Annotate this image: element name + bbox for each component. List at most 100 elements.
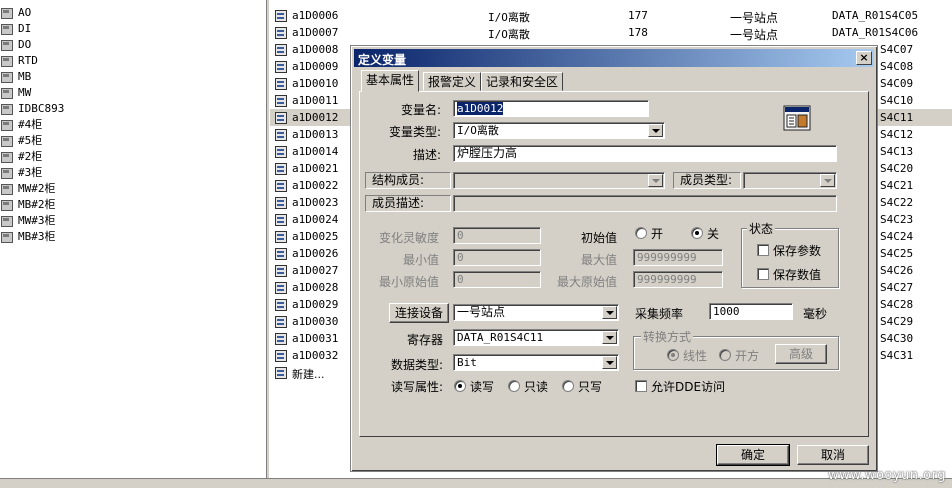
close-button[interactable]: × — [856, 51, 872, 65]
initial-off-radio[interactable] — [691, 227, 703, 239]
dialog-titlebar[interactable]: 定义变量 × — [354, 49, 874, 67]
folder-icon — [0, 230, 14, 243]
tree-item[interactable]: DO — [0, 36, 31, 52]
ok-button[interactable]: 确定 — [716, 444, 790, 466]
linear-radio[interactable] — [667, 349, 679, 361]
folder-icon — [0, 134, 14, 147]
tree-item[interactable]: MB#2柜 — [0, 196, 56, 212]
tree-item[interactable]: #5柜 — [0, 132, 42, 148]
tree-item[interactable]: #3柜 — [0, 164, 42, 180]
read-only-radio[interactable] — [508, 380, 520, 392]
variable-group-tree[interactable]: AO DI DO RTD MB MW IDBC893 #4柜 #5柜 #2柜 #3柜 MW#2柜 MB#… — [0, 0, 266, 478]
chevron-down-icon[interactable] — [602, 306, 617, 319]
variable-icon — [274, 213, 287, 226]
cell-name: a1D0022 — [292, 179, 339, 192]
save-params-checkbox[interactable] — [757, 244, 769, 256]
new-icon — [274, 366, 287, 379]
member-desc-input[interactable] — [453, 195, 837, 212]
var-type-value: I/O离散 — [457, 124, 499, 137]
linear-label: 线性 — [683, 349, 708, 363]
table-row[interactable]: a1D0006 I/O离散 177 一号站点 DATA_R01S4C05 — [270, 7, 952, 25]
cell-register-suffix: S4C29 — [880, 315, 914, 328]
tree-item[interactable]: MW#2柜 — [0, 180, 56, 196]
cell-name: a1D0032 — [292, 349, 339, 362]
save-values-checkbox[interactable] — [757, 268, 769, 280]
tree-item[interactable]: MW — [0, 84, 31, 100]
tree-item[interactable]: MW#3柜 — [0, 212, 56, 228]
var-type-select[interactable]: I/O离散 — [453, 122, 665, 139]
conversion-group-title: 转换方式 — [641, 328, 694, 345]
read-only-label: 只读 — [524, 380, 549, 394]
cell-name: a1D0006 — [292, 9, 339, 22]
table-row[interactable]: a1D0007 I/O离散 178 一号站点 DATA_R01S4C06 — [270, 24, 952, 42]
data-type-value: Bit — [457, 356, 477, 369]
cancel-button[interactable]: 取消 — [797, 445, 869, 465]
cell-register-suffix: S4C31 — [880, 349, 914, 362]
write-only-radio[interactable] — [562, 380, 574, 392]
read-write-radio[interactable] — [454, 380, 466, 392]
cell-register-suffix: S4C21 — [880, 179, 914, 192]
struct-member-select[interactable] — [453, 172, 665, 189]
advanced-button[interactable]: 高级 — [775, 344, 827, 364]
chevron-down-icon[interactable] — [820, 174, 835, 187]
chevron-down-icon[interactable] — [648, 174, 663, 187]
connect-device-label: 连接设备 — [394, 306, 443, 320]
connect-device-button[interactable]: 连接设备 — [389, 303, 449, 323]
allow-dde-checkbox[interactable] — [635, 380, 647, 392]
tree-item-label: MW#2柜 — [18, 182, 56, 195]
tree-item[interactable]: MB — [0, 68, 31, 84]
tree-item[interactable]: AO — [0, 4, 31, 20]
folder-icon — [0, 166, 14, 179]
chevron-down-icon[interactable] — [648, 124, 663, 137]
tab-record-security[interactable]: 记录和安全区 — [481, 72, 564, 91]
close-icon: × — [859, 51, 869, 64]
description-input[interactable]: 炉膛压力高 — [453, 145, 837, 162]
variable-properties-icon — [783, 105, 811, 131]
tree-item[interactable]: #4柜 — [0, 116, 42, 132]
variable-icon — [274, 26, 287, 39]
chevron-down-icon[interactable] — [602, 356, 617, 369]
max-raw-value: 999999999 — [637, 273, 697, 286]
var-name-input[interactable]: a1D0012 — [453, 100, 649, 117]
cell-name: a1D0011 — [292, 94, 339, 107]
chevron-down-icon[interactable] — [602, 331, 617, 344]
sensitivity-input[interactable]: 0 — [453, 227, 541, 244]
tree-item[interactable]: IDBC893 — [0, 100, 64, 116]
tab-label: 记录和安全区 — [486, 75, 559, 89]
data-type-select[interactable]: Bit — [453, 354, 619, 371]
struct-member-label: 结构成员: — [365, 172, 451, 189]
cell-name: a1D0024 — [292, 213, 339, 226]
cell-name: a1D0013 — [292, 128, 339, 141]
device-select[interactable]: 一号站点 — [453, 304, 619, 321]
min-raw-input[interactable]: 0 — [453, 271, 541, 288]
frequency-unit: 毫秒 — [803, 307, 828, 321]
variable-icon — [274, 247, 287, 260]
cancel-label: 取消 — [820, 448, 845, 462]
min-value-input[interactable]: 0 — [453, 249, 541, 266]
variable-icon — [274, 264, 287, 277]
variable-icon — [274, 196, 287, 209]
ok-label: 确定 — [740, 448, 765, 462]
cell-name: a1D0010 — [292, 77, 339, 90]
tree-item[interactable]: #2柜 — [0, 148, 42, 164]
tree-item[interactable]: DI — [0, 20, 31, 36]
sqrt-radio[interactable] — [719, 349, 731, 361]
cell-register-suffix: S4C13 — [880, 145, 914, 158]
cell-name: a1D0014 — [292, 145, 339, 158]
tab-basic-properties[interactable]: 基本属性 — [361, 70, 420, 92]
tree-item[interactable]: MB#3柜 — [0, 228, 56, 244]
cell-register-suffix: S4C08 — [880, 60, 914, 73]
tab-alarm-definition[interactable]: 报警定义 — [423, 72, 482, 91]
sensitivity-label: 变化灵敏度 — [379, 231, 440, 245]
cell-name: a1D0007 — [292, 26, 339, 39]
cell-register-suffix: S4C24 — [880, 230, 914, 243]
tree-item[interactable]: RTD — [0, 52, 38, 68]
max-raw-input[interactable]: 999999999 — [633, 271, 723, 288]
cell-register-suffix: S4C25 — [880, 247, 914, 260]
member-type-select[interactable] — [743, 172, 837, 189]
frequency-input[interactable]: 1000 — [709, 303, 793, 320]
max-value-input[interactable]: 999999999 — [633, 249, 723, 266]
tree-item-label: MB#3柜 — [18, 230, 56, 243]
register-select[interactable]: DATA_R01S4C11 — [453, 329, 619, 346]
initial-on-radio[interactable] — [635, 227, 647, 239]
